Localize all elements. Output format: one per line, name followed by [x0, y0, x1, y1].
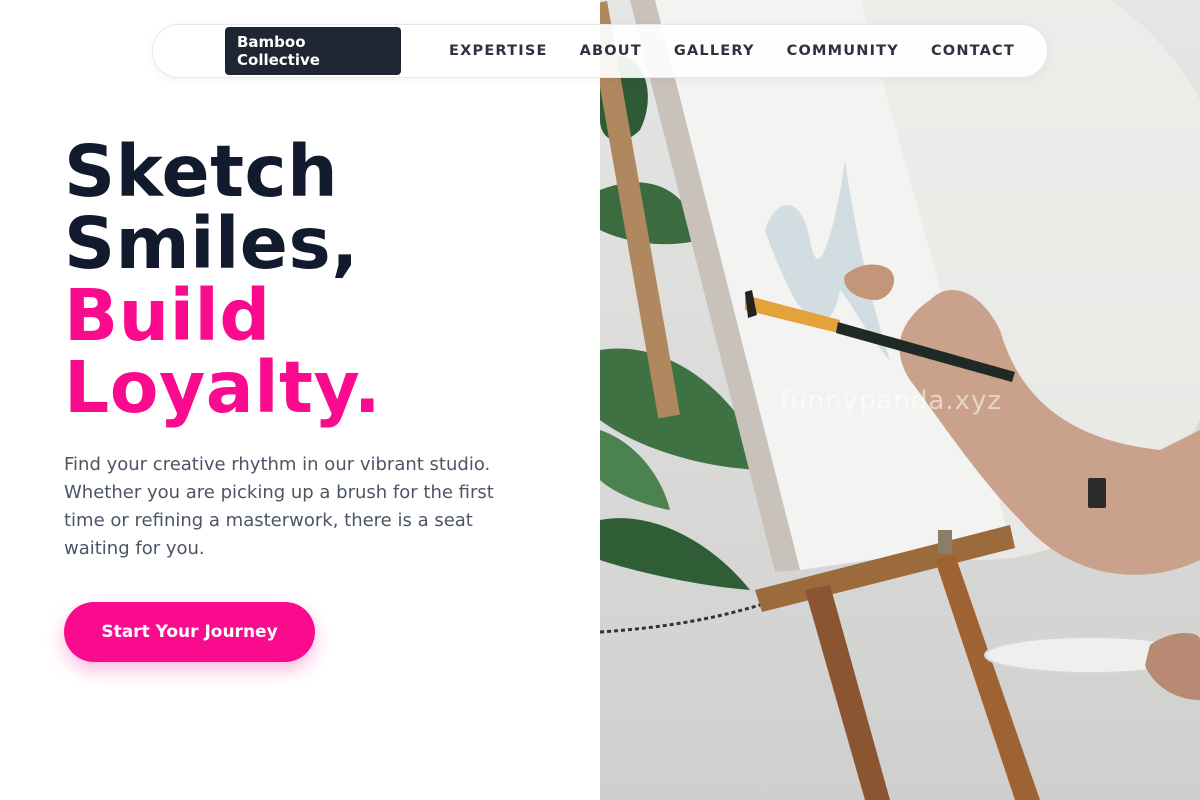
nav-link-about[interactable]: ABOUT [580, 43, 642, 59]
nav-link-community[interactable]: COMMUNITY [787, 43, 899, 59]
landing-page: funnypanda.xyz Bamboo Collective EXPERTI… [0, 0, 1200, 800]
hero-description: Find your creative rhythm in our vibrant… [64, 454, 494, 559]
hero-heading-line-3: Build [64, 274, 271, 357]
brand-logo[interactable]: Bamboo Collective [225, 27, 402, 75]
hero-heading-line-4: Loyalty. [64, 346, 382, 429]
nav-link-gallery[interactable]: GALLERY [674, 43, 755, 59]
palette-icon [984, 633, 1200, 700]
hero-photo: funnypanda.xyz [600, 0, 1200, 800]
top-navigation: Bamboo Collective EXPERTISE ABOUT GALLER… [152, 24, 1048, 78]
hero-heading-line-1: Sketch [64, 130, 339, 213]
watermark-text: funnypanda.xyz [780, 386, 1003, 416]
hero-heading: Sketch Smiles, Build Loyalty. [64, 136, 381, 424]
hero-heading-line-2: Smiles, [64, 202, 359, 285]
nav-link-contact[interactable]: CONTACT [931, 43, 1015, 59]
nav-link-expertise[interactable]: EXPERTISE [449, 43, 548, 59]
start-journey-button[interactable]: Start Your Journey [64, 602, 315, 662]
